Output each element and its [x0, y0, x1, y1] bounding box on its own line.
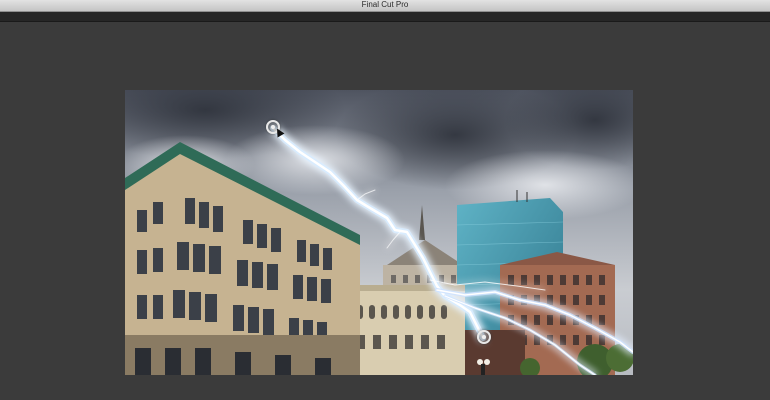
window-title: Final Cut Pro	[361, 0, 409, 9]
viewer-panel	[0, 22, 770, 400]
app-window: Final Cut Pro	[0, 0, 770, 400]
toolbar-strip	[0, 12, 770, 22]
title-bar[interactable]: Final Cut Pro	[0, 0, 770, 12]
city-lightning-image	[125, 90, 633, 375]
viewer-canvas[interactable]	[125, 90, 633, 375]
effect-end-handle[interactable]	[477, 330, 491, 344]
